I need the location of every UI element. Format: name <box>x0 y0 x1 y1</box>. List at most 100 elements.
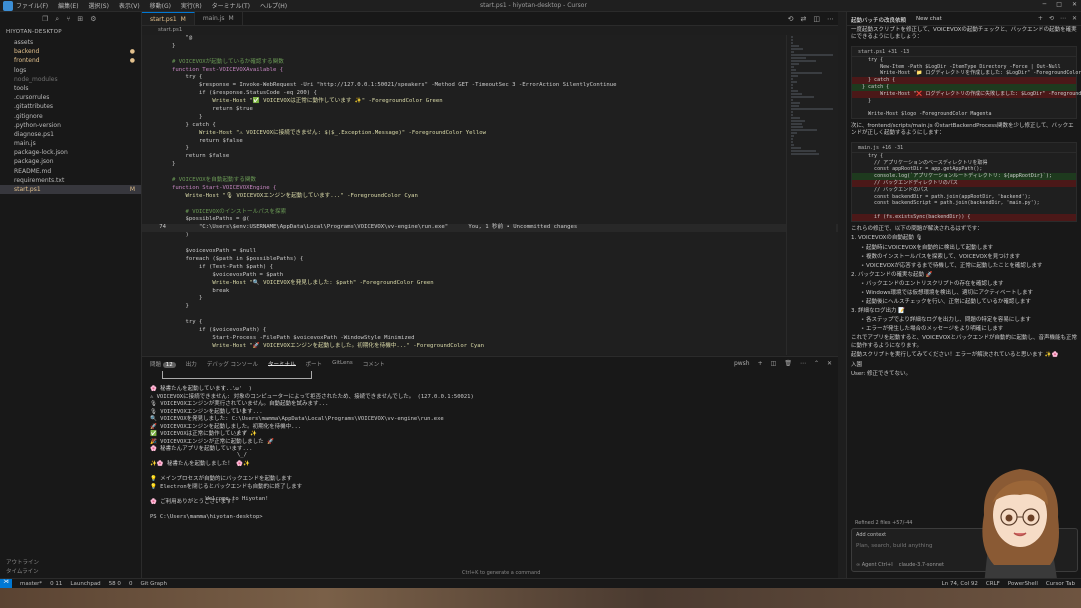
code-line[interactable]: } <box>142 43 838 51</box>
menu-run[interactable]: 実行(R) <box>181 3 202 10</box>
split-terminal-icon[interactable]: ◫ <box>771 360 777 367</box>
sync-status[interactable]: 0 11 <box>50 581 62 587</box>
tree-item[interactable]: package-lock.json <box>0 148 141 157</box>
close-icon[interactable]: ✕ <box>1072 15 1077 22</box>
line-ending[interactable]: CRLF <box>986 581 1000 587</box>
code-line[interactable]: Write-Host "🚀 VOICEVOXエンジンを起動しました。初期化を待機… <box>142 343 838 351</box>
code-line[interactable]: } catch { <box>142 122 838 130</box>
compare-icon[interactable]: ⇄ <box>801 15 807 23</box>
tree-item[interactable]: README.md <box>0 167 141 176</box>
code-line[interactable] <box>142 51 838 59</box>
add-icon[interactable]: + <box>1038 15 1043 22</box>
code-line[interactable]: } <box>142 114 838 122</box>
menu-edit[interactable]: 編集(E) <box>58 3 78 10</box>
code-line[interactable]: function Test-VOICEVOXAvailable { <box>142 67 838 75</box>
tab-problems[interactable]: 問題 12 <box>150 360 176 368</box>
terminal-output[interactable]: ( 'ω' ) ] [ _/ / \_/ Welcome to Hiyotan!… <box>142 369 838 521</box>
ports-status[interactable]: 0 <box>129 581 133 587</box>
close-panel-icon[interactable]: ✕ <box>827 360 832 367</box>
code-line[interactable]: Start-Process -FilePath $voicevoxPath -W… <box>142 335 838 343</box>
language-mode[interactable]: PowerShell <box>1008 581 1038 587</box>
outline-section[interactable]: アウトライン <box>0 558 142 567</box>
code-line[interactable]: # VOICEVOXが起動しているか確認する関数 <box>142 59 838 67</box>
chat-tab-current[interactable]: 起動バッチの改良依頼 <box>851 16 906 24</box>
menu-terminal[interactable]: ターミナル(T) <box>212 3 250 10</box>
tree-item[interactable]: package.json <box>0 157 141 166</box>
tab-gitlens[interactable]: GitLens <box>332 360 353 366</box>
menu-view[interactable]: 表示(V) <box>119 3 140 10</box>
code-line[interactable]: if (Test-Path $path) { <box>142 264 838 272</box>
code-line[interactable]: $response = Invoke-WebRequest -Uri "http… <box>142 82 838 90</box>
code-line[interactable]: if ($voicevoxPath) { <box>142 327 838 335</box>
menu-go[interactable]: 移動(G) <box>150 3 171 10</box>
code-line[interactable] <box>142 311 838 319</box>
split-editor-icon[interactable]: ◫ <box>813 15 820 23</box>
agent-mode-selector[interactable]: ∞ Agent Ctrl+I <box>856 562 893 568</box>
maximize-icon[interactable]: □ <box>1056 1 1062 8</box>
terminal-shell-label[interactable]: pwsh <box>734 360 750 367</box>
menu-file[interactable]: ファイル(F) <box>16 3 48 10</box>
menu-help[interactable]: ヘルプ(H) <box>260 3 287 10</box>
code-line[interactable] <box>142 240 838 248</box>
git-graph-status[interactable]: Git Graph <box>140 581 167 587</box>
code-line[interactable]: $voicevoxPath = $null <box>142 248 838 256</box>
tab-terminal[interactable]: ターミナル <box>268 360 296 368</box>
extensions-icon[interactable]: ⊞ <box>77 15 83 26</box>
code-line[interactable]: break <box>142 288 838 296</box>
code-editor[interactable]: "@} # VOICEVOXが起動しているか確認する関数 function Test… <box>142 35 838 355</box>
code-line[interactable]: try { <box>142 74 838 82</box>
tab-comments[interactable]: コメント <box>363 360 385 368</box>
code-line[interactable]: # VOICEVOXを自動起動する関数 <box>142 177 838 185</box>
trash-icon[interactable]: 🗑 <box>784 360 792 367</box>
tree-item[interactable]: .python-version <box>0 121 141 130</box>
code-line[interactable]: return $false <box>142 138 838 146</box>
tree-item-active[interactable]: start.ps1 M <box>0 185 141 195</box>
tab-main-js[interactable]: main.js M <box>195 12 243 25</box>
timeline-section[interactable]: タイムライン <box>0 567 142 576</box>
code-line[interactable]: Write-Host "🔍 VOICEVOXを発見しました: $path" -F… <box>142 280 838 288</box>
chat-tab-new[interactable]: New chat <box>916 16 942 22</box>
tree-item[interactable]: .gitignore <box>0 112 141 121</box>
tab-debug-console[interactable]: デバッグ コンソール <box>207 360 258 368</box>
menu-selection[interactable]: 選択(S) <box>88 3 109 10</box>
tree-item[interactable]: backend ● <box>0 47 141 56</box>
tree-item[interactable]: assets <box>0 38 141 47</box>
cursor-position[interactable]: Ln 74, Col 92 <box>942 581 978 587</box>
code-line[interactable]: try { <box>142 319 838 327</box>
code-line[interactable]: } <box>142 145 838 153</box>
tree-item[interactable]: .gitattributes <box>0 102 141 111</box>
review-summary[interactable]: Refined 2 files +57/-44 <box>855 520 912 526</box>
code-line[interactable]: if ($response.StatusCode -eq 200) { <box>142 90 838 98</box>
search-icon[interactable]: ⌕ <box>55 15 59 26</box>
tree-item[interactable]: main.js <box>0 139 141 148</box>
add-terminal-icon[interactable]: + <box>758 360 763 367</box>
tree-item[interactable]: diagnose.ps1 <box>0 130 141 139</box>
code-line[interactable]: foreach ($path in $possiblePaths) { <box>142 256 838 264</box>
tree-item[interactable]: .cursorrules <box>0 93 141 102</box>
tab-start-ps1[interactable]: start.ps1 M <box>142 12 195 25</box>
code-diff-block[interactable]: main.js +16 -31 try { // アプリケーションのベースディレ… <box>851 141 1077 222</box>
minimize-icon[interactable]: ─ <box>1043 1 1047 8</box>
problems-status[interactable]: 58 0 <box>109 581 121 587</box>
code-line[interactable] <box>142 169 838 177</box>
maximize-panel-icon[interactable]: ⌃ <box>814 360 819 367</box>
code-line[interactable]: # VOICEVOXのインストールパスを探索 <box>142 209 838 217</box>
code-line[interactable]: "@ <box>142 35 838 43</box>
workspace-header[interactable]: HIYOTAN-DESKTOP <box>0 26 141 38</box>
settings-icon[interactable]: ⚙ <box>90 15 96 26</box>
minimap[interactable] <box>786 35 836 355</box>
code-line[interactable]: Write-Host "🎙 VOICEVOXエンジンを起動しています..." -… <box>142 193 838 201</box>
more-icon[interactable]: ⋯ <box>800 360 806 367</box>
code-line[interactable]: return $true <box>142 106 838 114</box>
tree-item[interactable]: logs <box>0 66 141 75</box>
tree-item[interactable]: requirements.txt <box>0 176 141 185</box>
code-line[interactable]: $voicevoxPath = $path <box>142 272 838 280</box>
code-line[interactable]: } <box>142 161 838 169</box>
branch-status[interactable]: master* <box>20 581 42 587</box>
source-control-icon[interactable]: ⑂ <box>66 15 70 26</box>
code-line[interactable]: return $false <box>142 153 838 161</box>
close-icon[interactable]: ✕ <box>1072 1 1077 8</box>
history-icon[interactable]: ⟲ <box>788 15 794 23</box>
code-line[interactable]: ) <box>142 232 838 240</box>
model-selector[interactable]: claude-3.7-sonnet <box>899 562 944 568</box>
